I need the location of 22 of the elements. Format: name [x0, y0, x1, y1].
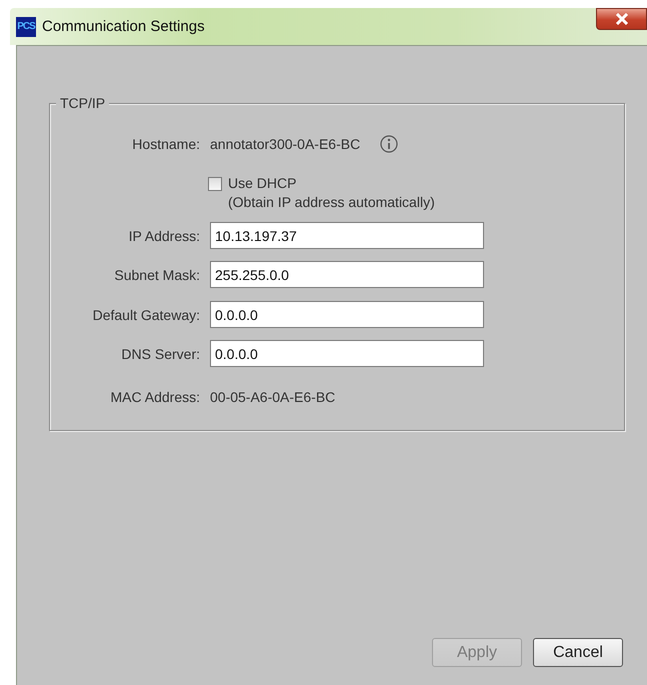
input-field[interactable]: 10.13.197.37	[210, 222, 484, 249]
checkbox-label: Use DHCP	[228, 174, 298, 193]
input-field[interactable]: 0.0.0.0	[210, 301, 484, 328]
info-icon[interactable]	[380, 134, 398, 152]
field-label: DNS Server:	[120, 346, 200, 362]
window-title: Communication Settings	[42, 18, 205, 35]
close-button[interactable]	[596, 8, 647, 30]
dhcp-checkbox[interactable]	[208, 177, 222, 191]
hostname-label: Hostname:	[131, 136, 200, 152]
group-title: TCP/IP	[56, 95, 110, 111]
field-label: IP Address:	[128, 228, 200, 244]
cancel-button[interactable]: Cancel	[533, 638, 623, 667]
input-field[interactable]: 255.255.0.0	[210, 261, 484, 288]
app-logo: PCS	[16, 16, 36, 36]
field-label: Subnet Mask:	[113, 266, 200, 282]
hostname-value: annotator300-0A-E6-BC	[210, 136, 360, 152]
checkbox-note: (Obtain IP address automatically)	[228, 193, 435, 212]
close-icon	[614, 13, 628, 25]
field-label: Default Gateway:	[92, 306, 200, 322]
mac-value: 00-05-A6-0A-E6-BC	[210, 388, 336, 404]
input-field[interactable]: 0.0.0.0	[210, 340, 484, 367]
mac-label: MAC Address:	[110, 388, 200, 404]
